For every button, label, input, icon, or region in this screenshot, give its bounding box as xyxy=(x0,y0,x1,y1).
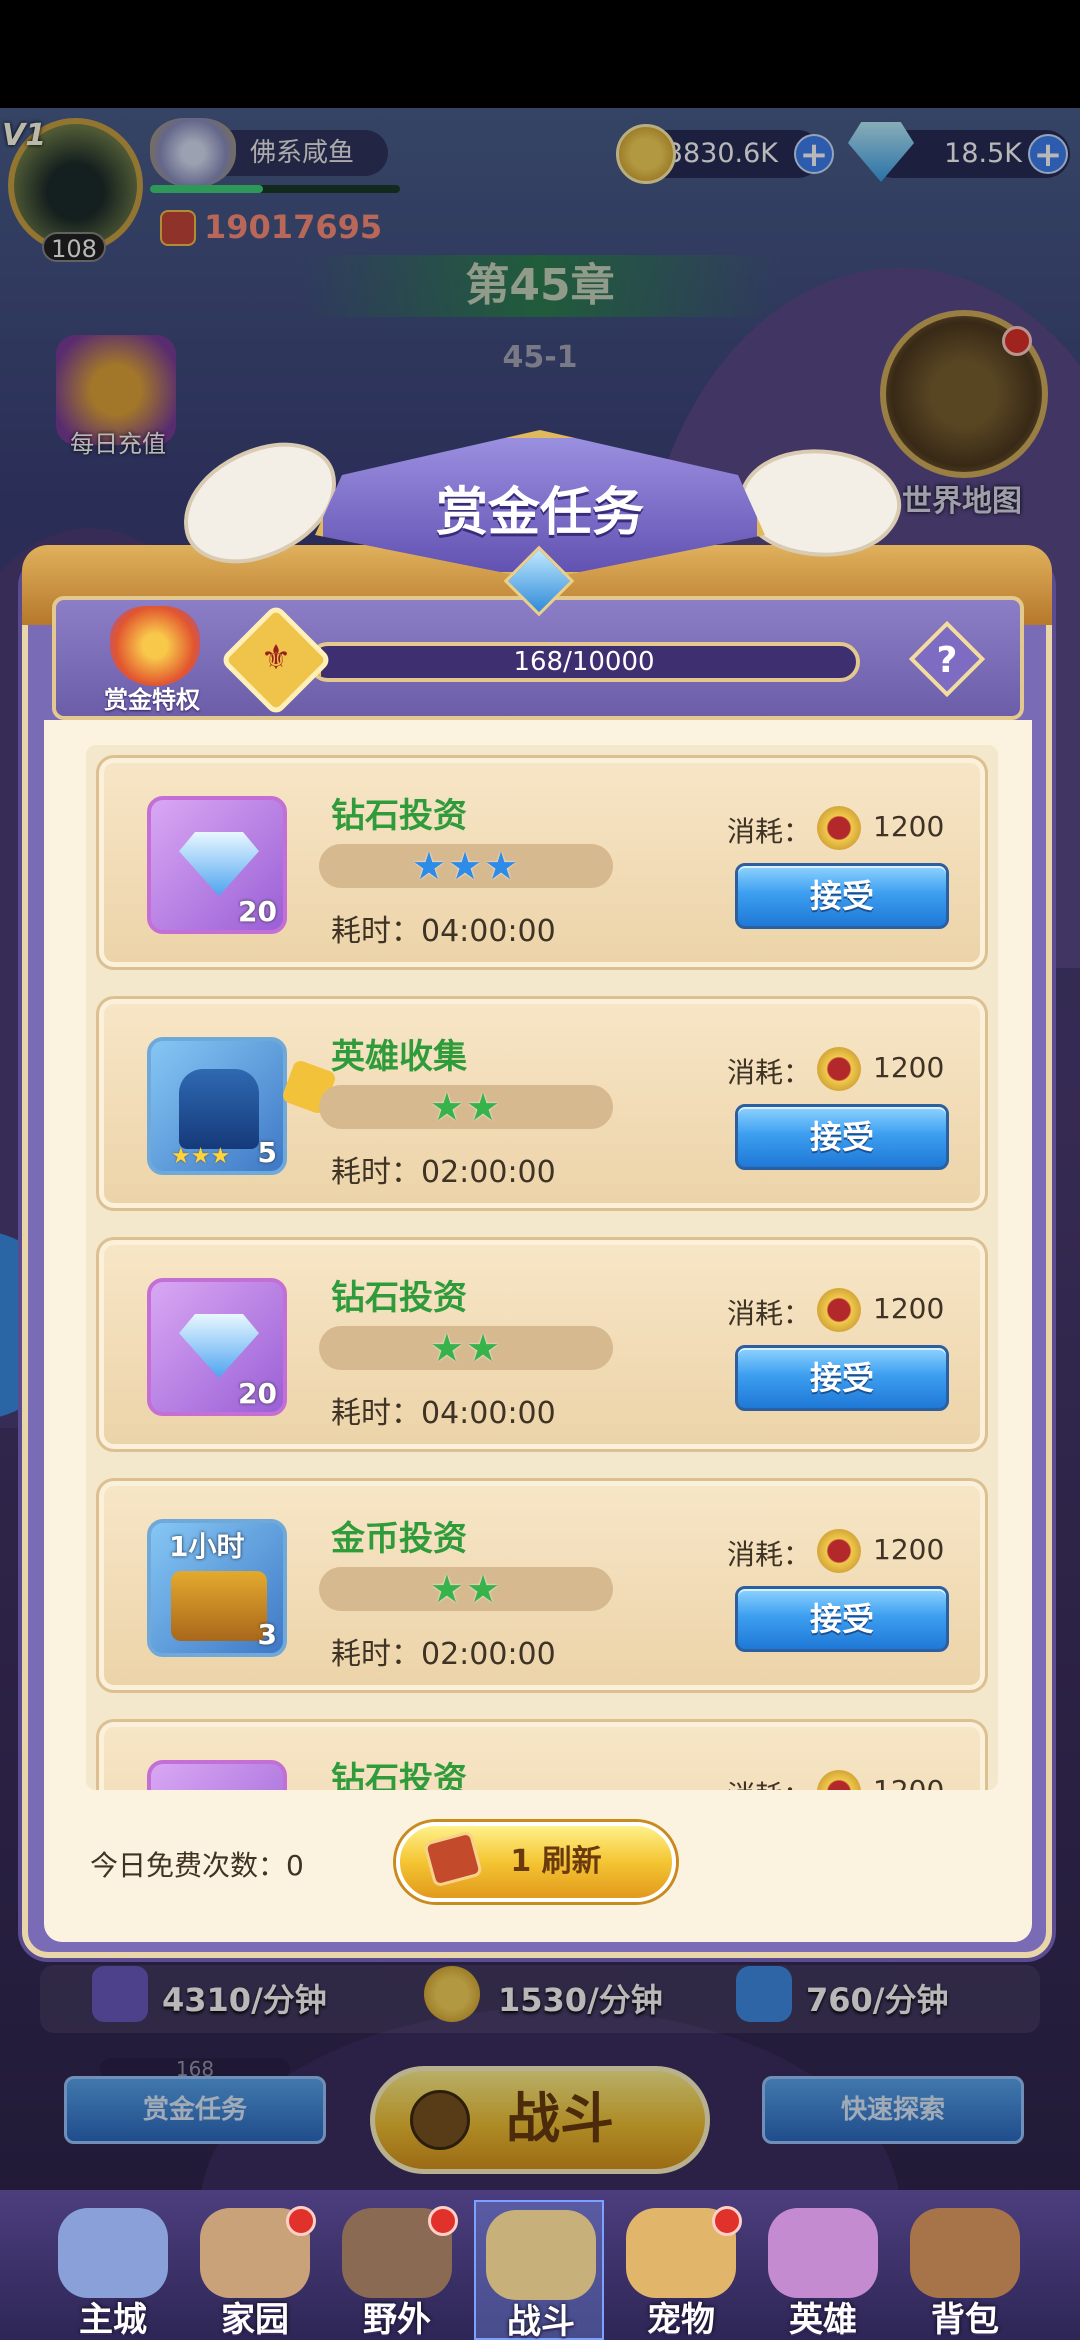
nav-main-city[interactable]: 主城 xyxy=(48,2200,178,2340)
task-thumbnail: 1小时 3 xyxy=(147,1519,287,1657)
bounty-coin-icon xyxy=(817,806,861,850)
task-list[interactable]: 20 钻石投资 ★★★ 耗时：04:00:00 消耗： 1200 接受 ★★★ … xyxy=(86,745,998,1790)
hero-helmet-icon xyxy=(179,1069,259,1149)
accept-button[interactable]: 接受 xyxy=(735,863,949,929)
accept-button[interactable]: 接受 xyxy=(735,1586,949,1652)
task-name: 钻石投资 xyxy=(331,796,467,836)
bounty-privilege-icon[interactable] xyxy=(110,606,200,686)
free-refresh-count: 今日免费次数：0 xyxy=(90,1849,304,1882)
task-name: 金币投资 xyxy=(331,1519,467,1559)
bounty-coin-icon xyxy=(817,1770,861,1790)
nav-label: 家园 xyxy=(221,2300,289,2340)
help-icon: ? xyxy=(936,640,958,681)
reward-quantity: 5 xyxy=(257,1136,277,1169)
task-name: 钻石投资 xyxy=(331,1760,467,1790)
cost-value: 1200 xyxy=(873,1051,945,1084)
diamond-reward-icon xyxy=(179,832,259,896)
bounty-coin-icon xyxy=(817,1529,861,1573)
cost-label: 消耗： xyxy=(727,1538,812,1571)
task-card: 20 钻石投资 ★★ 耗时：04:00:00 消耗： 1200 接受 xyxy=(96,1237,988,1452)
reward-quantity: 20 xyxy=(238,1377,277,1410)
cost-label: 消耗： xyxy=(727,1774,811,1790)
hero-star-rating: ★★★ xyxy=(171,1144,231,1169)
task-stars: ★★ xyxy=(319,1567,613,1611)
accept-button[interactable]: 接受 xyxy=(735,1104,949,1170)
hero-icon xyxy=(768,2208,878,2298)
home-notification-dot xyxy=(286,2206,316,2236)
task-duration: 耗时：04:00:00 xyxy=(331,1396,556,1431)
reward-quantity: 3 xyxy=(257,1618,277,1651)
wild-notification-dot xyxy=(428,2206,458,2236)
nav-label: 宠物 xyxy=(647,2300,715,2340)
cost-value: 1200 xyxy=(873,1292,945,1325)
backpack-icon xyxy=(910,2208,1020,2298)
task-thumbnail: 20 xyxy=(147,796,287,934)
nav-label: 野外 xyxy=(363,2300,431,2340)
nav-hero[interactable]: 英雄 xyxy=(758,2200,888,2340)
reward-quantity: 20 xyxy=(238,895,277,928)
task-duration: 耗时：02:00:00 xyxy=(331,1637,556,1672)
bounty-coin-icon xyxy=(817,1288,861,1332)
nav-label: 背包 xyxy=(931,2300,999,2340)
cost-label: 消耗： xyxy=(727,815,812,848)
castle-icon xyxy=(58,2208,168,2298)
pet-notification-dot xyxy=(712,2206,742,2236)
cost-label: 消耗： xyxy=(727,1056,812,1089)
task-card: 1小时 3 金币投资 ★★ 耗时：02:00:00 消耗： 1200 接受 xyxy=(96,1478,988,1693)
gold-chest-icon xyxy=(171,1571,267,1641)
time-tag: 1小时 xyxy=(169,1530,245,1563)
task-stars: ★★★ xyxy=(319,844,613,888)
task-card: ★★★ 5 英雄收集 ★★ 耗时：02:00:00 消耗： 1200 接受 xyxy=(96,996,988,1211)
diamond-reward-icon xyxy=(179,1314,259,1378)
task-duration: 耗时：04:00:00 xyxy=(331,914,556,949)
nav-label: 战斗 xyxy=(507,2302,575,2340)
bounty-privilege-label: 赏金特权 xyxy=(104,686,200,714)
fleur-icon: ⚜ xyxy=(260,638,292,678)
task-card: 20 钻石投资 ★★★ 耗时：04:00:00 消耗： 1200 接受 xyxy=(96,755,988,970)
task-duration: 耗时：02:00:00 xyxy=(331,1155,556,1190)
task-name: 钻石投资 xyxy=(331,1278,467,1318)
task-stars: ★★ xyxy=(319,1326,613,1370)
battle-icon xyxy=(486,2210,596,2300)
nav-label: 英雄 xyxy=(789,2300,857,2340)
cost-label: 消耗： xyxy=(727,1297,812,1330)
cost-value: 1200 xyxy=(873,1774,944,1790)
task-thumbnail: ★★★ 5 xyxy=(147,1037,338,1175)
status-bar xyxy=(0,0,1080,108)
nav-battle[interactable]: 战斗 xyxy=(474,2200,604,2340)
modal-title: 赏金任务 xyxy=(435,483,644,543)
bounty-coin-icon xyxy=(817,1047,861,1091)
task-thumbnail xyxy=(147,1760,287,1790)
task-stars: ★★ xyxy=(319,1085,613,1129)
nav-label: 主城 xyxy=(79,2300,147,2340)
bounty-progress-text: 168/10000 xyxy=(513,647,655,677)
accept-button[interactable]: 接受 xyxy=(735,1345,949,1411)
nav-bag[interactable]: 背包 xyxy=(900,2200,1030,2340)
task-thumbnail: 20 xyxy=(147,1278,287,1416)
cost-value: 1200 xyxy=(873,1533,945,1566)
cost-value: 1200 xyxy=(873,810,945,843)
task-name: 英雄收集 xyxy=(331,1037,467,1077)
task-card: 钻石投资 消耗： 1200 xyxy=(96,1719,988,1790)
